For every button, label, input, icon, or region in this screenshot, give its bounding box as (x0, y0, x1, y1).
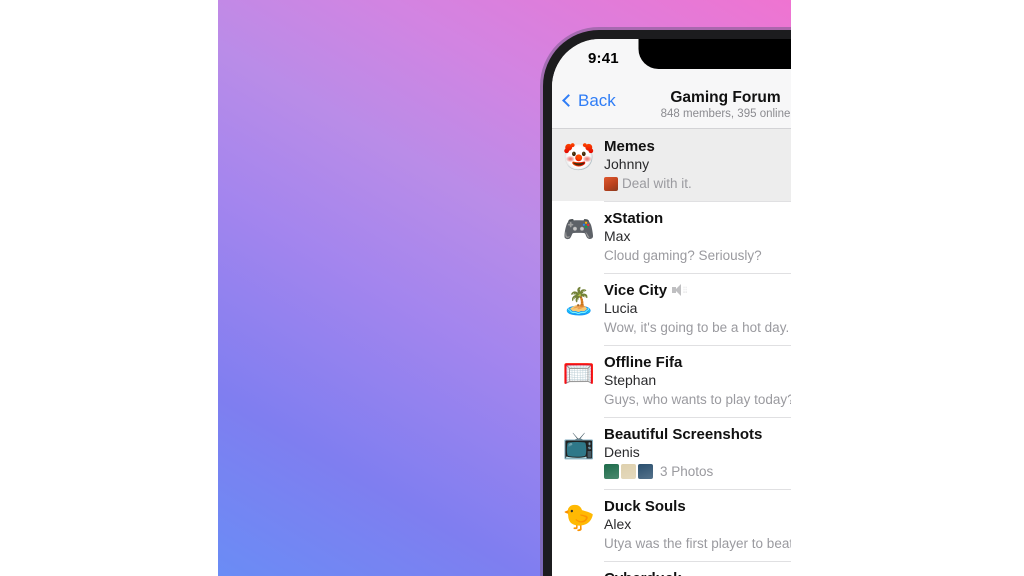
back-button-label: Back (578, 91, 616, 110)
chat-preview-text: Wow, it's going to be a hot day. (604, 320, 790, 335)
chat-item-body: Offline Fifa9:41Stephan Guys, who wants t… (604, 354, 791, 408)
chat-list-item[interactable]: 📺 Beautiful Screenshots9:41Denis 3 Photos (552, 417, 791, 489)
photo-thumbnail (621, 464, 636, 479)
back-button[interactable]: Back (562, 91, 616, 111)
chat-preview-row: 3 Photos (604, 463, 791, 480)
chat-preview-text: Guys, who wants to play today? (604, 392, 791, 407)
clown-face-avatar: 🤡 (562, 142, 596, 172)
phone-screen: 9:41 Back Gaming Forum 848 members, 395 … (552, 39, 791, 576)
chat-list[interactable]: 🤡Memes9:41JohnnyDeal with it.📌🎮xStation9… (552, 129, 791, 576)
chat-item-body: Duck Souls9:41Alex Utya was the first pla… (604, 498, 791, 552)
chat-list-item[interactable]: 🎮 xStation9:41Max Cloud gaming? Seriously? (552, 201, 791, 273)
chat-list-item[interactable]: 🐤 Duck Souls9:41Alex Utya was the first pl… (552, 489, 791, 561)
chat-preview-row: Wow, it's going to be a hot day. (604, 319, 791, 336)
photo-thumbnail (604, 464, 619, 479)
status-time: 9:41 (588, 50, 619, 67)
chat-list-item[interactable]: 🦇 Cyberduck9:41Charlotte (552, 561, 791, 576)
chat-preview-row: Utya was the first player to beat Duck S… (604, 535, 791, 552)
chat-title: xStation (604, 210, 664, 227)
chat-preview-row: Cloud gaming? Seriously? (604, 247, 791, 264)
muted-speaker-icon: ⦙⦙ (672, 284, 687, 297)
chat-sender-name: Alex (604, 516, 632, 532)
chat-item-header: xStation9:41 (604, 210, 791, 227)
chat-list-item[interactable]: 🥅 Offline Fifa9:41Stephan Guys, who wants … (552, 345, 791, 417)
chat-sender-name: Denis (604, 444, 640, 460)
chat-item-header: Vice City⦙⦙9:41 (604, 282, 791, 299)
phone-device-frame: 9:41 Back Gaming Forum 848 members, 395 … (543, 30, 791, 576)
screenshot-stage: 9:41 Back Gaming Forum 848 members, 395 … (0, 0, 1024, 576)
preview-thumbnail (604, 176, 618, 191)
chat-title: Duck Souls (604, 498, 686, 515)
chevron-left-icon (562, 94, 575, 107)
chat-sender-name: Johnny (604, 156, 650, 172)
chat-preview-text: Deal with it. (622, 176, 692, 191)
baby-chick-avatar: 🐤 (562, 502, 596, 532)
chat-preview-text: Utya was the first player to beat Duck S… (604, 536, 791, 551)
goal-net-avatar: 🥅 (562, 358, 596, 388)
chat-sender-name: Lucia (604, 300, 638, 316)
chat-preview-text: Cloud gaming? Seriously? (604, 248, 762, 263)
chat-list-item[interactable]: 🏝️Vice City⦙⦙9:41LuciaWow, it's going to… (552, 273, 791, 345)
device-notch (638, 39, 791, 69)
purple-creature-avatar: 🦇 (562, 572, 596, 576)
television-avatar: 📺 (562, 430, 596, 460)
desert-island-avatar: 🏝️ (562, 286, 596, 316)
navigation-bar: Back Gaming Forum 848 members, 395 onlin… (552, 83, 791, 129)
chat-sender-name: Stephan (604, 372, 657, 388)
chat-item-body: xStation9:41Max Cloud gaming? Seriously? (604, 210, 791, 264)
chat-item-body: Cyberduck9:41Charlotte (604, 570, 791, 576)
chat-preview-row: Deal with it. (604, 175, 791, 192)
chat-preview-text: 3 Photos (660, 464, 714, 479)
game-controller-avatar: 🎮 (562, 214, 596, 244)
chat-item-body: Memes9:41Johnny Deal with it. (604, 138, 791, 192)
chat-title: Vice City (604, 282, 668, 299)
chat-item-body: Vice City⦙⦙9:41LuciaWow, it's going to b… (604, 282, 791, 336)
chat-sender-name: Max (604, 228, 631, 244)
photo-thumbnails (604, 464, 653, 479)
chat-item-header: Beautiful Screenshots9:41 (604, 426, 791, 443)
chat-title: Beautiful Screenshots (604, 426, 763, 443)
gradient-backdrop: 9:41 Back Gaming Forum 848 members, 395 … (218, 0, 791, 576)
chat-title: Memes (604, 138, 655, 155)
chat-item-header: Cyberduck9:41 (604, 570, 791, 576)
chat-item-header: Offline Fifa9:41 (604, 354, 791, 371)
chat-item-body: Beautiful Screenshots9:41Denis 3 Photos (604, 426, 791, 480)
chat-list-item[interactable]: 🤡Memes9:41JohnnyDeal with it.📌 (552, 129, 791, 201)
chat-title: Offline Fifa (604, 354, 683, 371)
chat-preview-row: Guys, who wants to play today? (604, 391, 791, 408)
chat-item-header: Duck Souls9:41 (604, 498, 791, 515)
chat-title: Cyberduck (604, 570, 682, 576)
chat-item-header: Memes9:41 (604, 138, 791, 155)
photo-thumbnail (638, 464, 653, 479)
